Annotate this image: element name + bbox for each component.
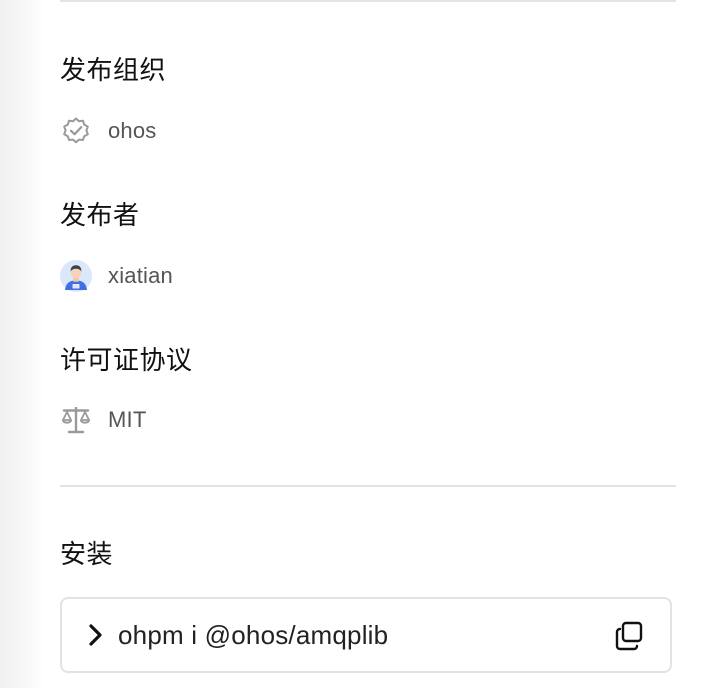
section-divider — [60, 485, 676, 487]
install-command-text[interactable]: ohpm i @ohos/amqplib — [118, 617, 388, 653]
license-section-title: 许可证协议 — [60, 345, 193, 375]
chevron-right-icon — [84, 621, 108, 649]
package-info-panel: 发布组织 ohos 发布者 xiatian 许可证协议 MIT 安装 ohpm … — [0, 0, 726, 688]
top-divider — [60, 0, 676, 2]
publisher-row[interactable]: xiatian — [60, 259, 173, 293]
organization-section-title: 发布组织 — [60, 55, 167, 85]
install-command-box: ohpm i @ohos/amqplib — [60, 597, 672, 673]
license-row: MIT — [60, 403, 146, 437]
user-avatar — [60, 260, 92, 292]
install-section-title: 安装 — [60, 539, 114, 569]
scale-icon — [60, 404, 92, 436]
license-name: MIT — [108, 407, 147, 432]
organization-name[interactable]: ohos — [108, 118, 157, 144]
publisher-section-title: 发布者 — [60, 200, 140, 230]
copy-icon[interactable] — [612, 619, 646, 653]
publisher-name[interactable]: xiatian — [108, 263, 173, 289]
verified-badge-icon — [60, 115, 92, 147]
left-shadow-edge — [0, 0, 44, 688]
organization-row[interactable]: ohos — [60, 114, 157, 148]
